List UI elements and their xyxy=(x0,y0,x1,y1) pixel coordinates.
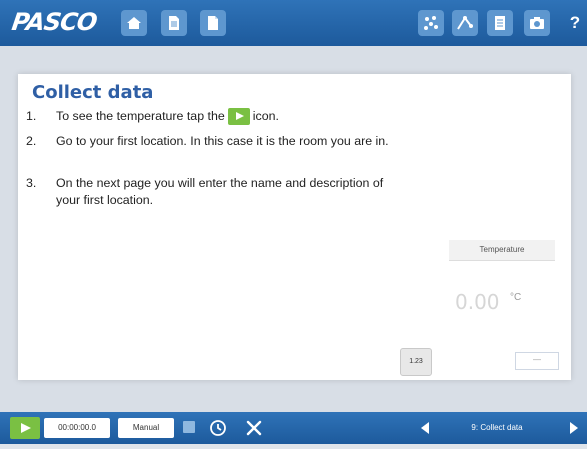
camera-button[interactable] xyxy=(524,10,550,36)
step-text-after: icon. xyxy=(252,109,279,123)
page-menu-button[interactable] xyxy=(200,10,226,36)
step-text-before: To see the temperature tap the xyxy=(56,109,225,123)
tools-button[interactable] xyxy=(243,417,265,439)
start-button[interactable] xyxy=(10,417,40,439)
home-icon xyxy=(127,17,141,29)
step-text: On the next page you will enter the name… xyxy=(56,176,384,207)
graph-tool-icon xyxy=(457,16,473,30)
step-text: To see the temperature tap the icon. xyxy=(56,108,396,126)
page-title: Collect data xyxy=(32,82,154,103)
play-icon xyxy=(227,108,250,126)
display-option-box[interactable]: — xyxy=(515,352,559,370)
chevron-left-icon xyxy=(421,422,429,434)
journal-button[interactable] xyxy=(487,10,513,36)
stop-button[interactable] xyxy=(183,421,195,433)
sync-button[interactable] xyxy=(207,417,229,439)
step-text: Go to your first location. In this case … xyxy=(56,134,389,148)
document-icon xyxy=(208,16,218,30)
data-points-icon xyxy=(424,16,438,30)
page-selector[interactable]: 9: Collect data xyxy=(443,412,551,444)
sync-icon xyxy=(210,420,226,436)
help-button[interactable]: ? xyxy=(566,10,584,36)
camera-icon xyxy=(530,17,544,29)
journal-icon xyxy=(495,16,505,30)
elapsed-time: 00:00:00.0 xyxy=(44,418,110,438)
temperature-unit: °C xyxy=(510,292,522,303)
document-icon xyxy=(169,16,179,30)
step-number: 2. xyxy=(26,134,37,148)
step-number: 3. xyxy=(26,176,37,190)
next-page-button[interactable] xyxy=(560,412,587,444)
pasco-logo: PASCO xyxy=(10,8,99,36)
measurement-selector[interactable]: Temperature xyxy=(449,240,555,261)
home-button[interactable] xyxy=(121,10,147,36)
number-format-button[interactable]: 1.23 xyxy=(400,348,432,376)
data-points-button[interactable] xyxy=(418,10,444,36)
page-button[interactable] xyxy=(161,10,187,36)
tools-icon xyxy=(246,420,262,436)
previous-page-button[interactable] xyxy=(410,412,440,444)
chevron-right-icon xyxy=(570,422,578,434)
sampling-mode-select[interactable]: Manual xyxy=(118,418,174,438)
graph-tool-button[interactable] xyxy=(452,10,478,36)
step-number: 1. xyxy=(26,109,37,123)
